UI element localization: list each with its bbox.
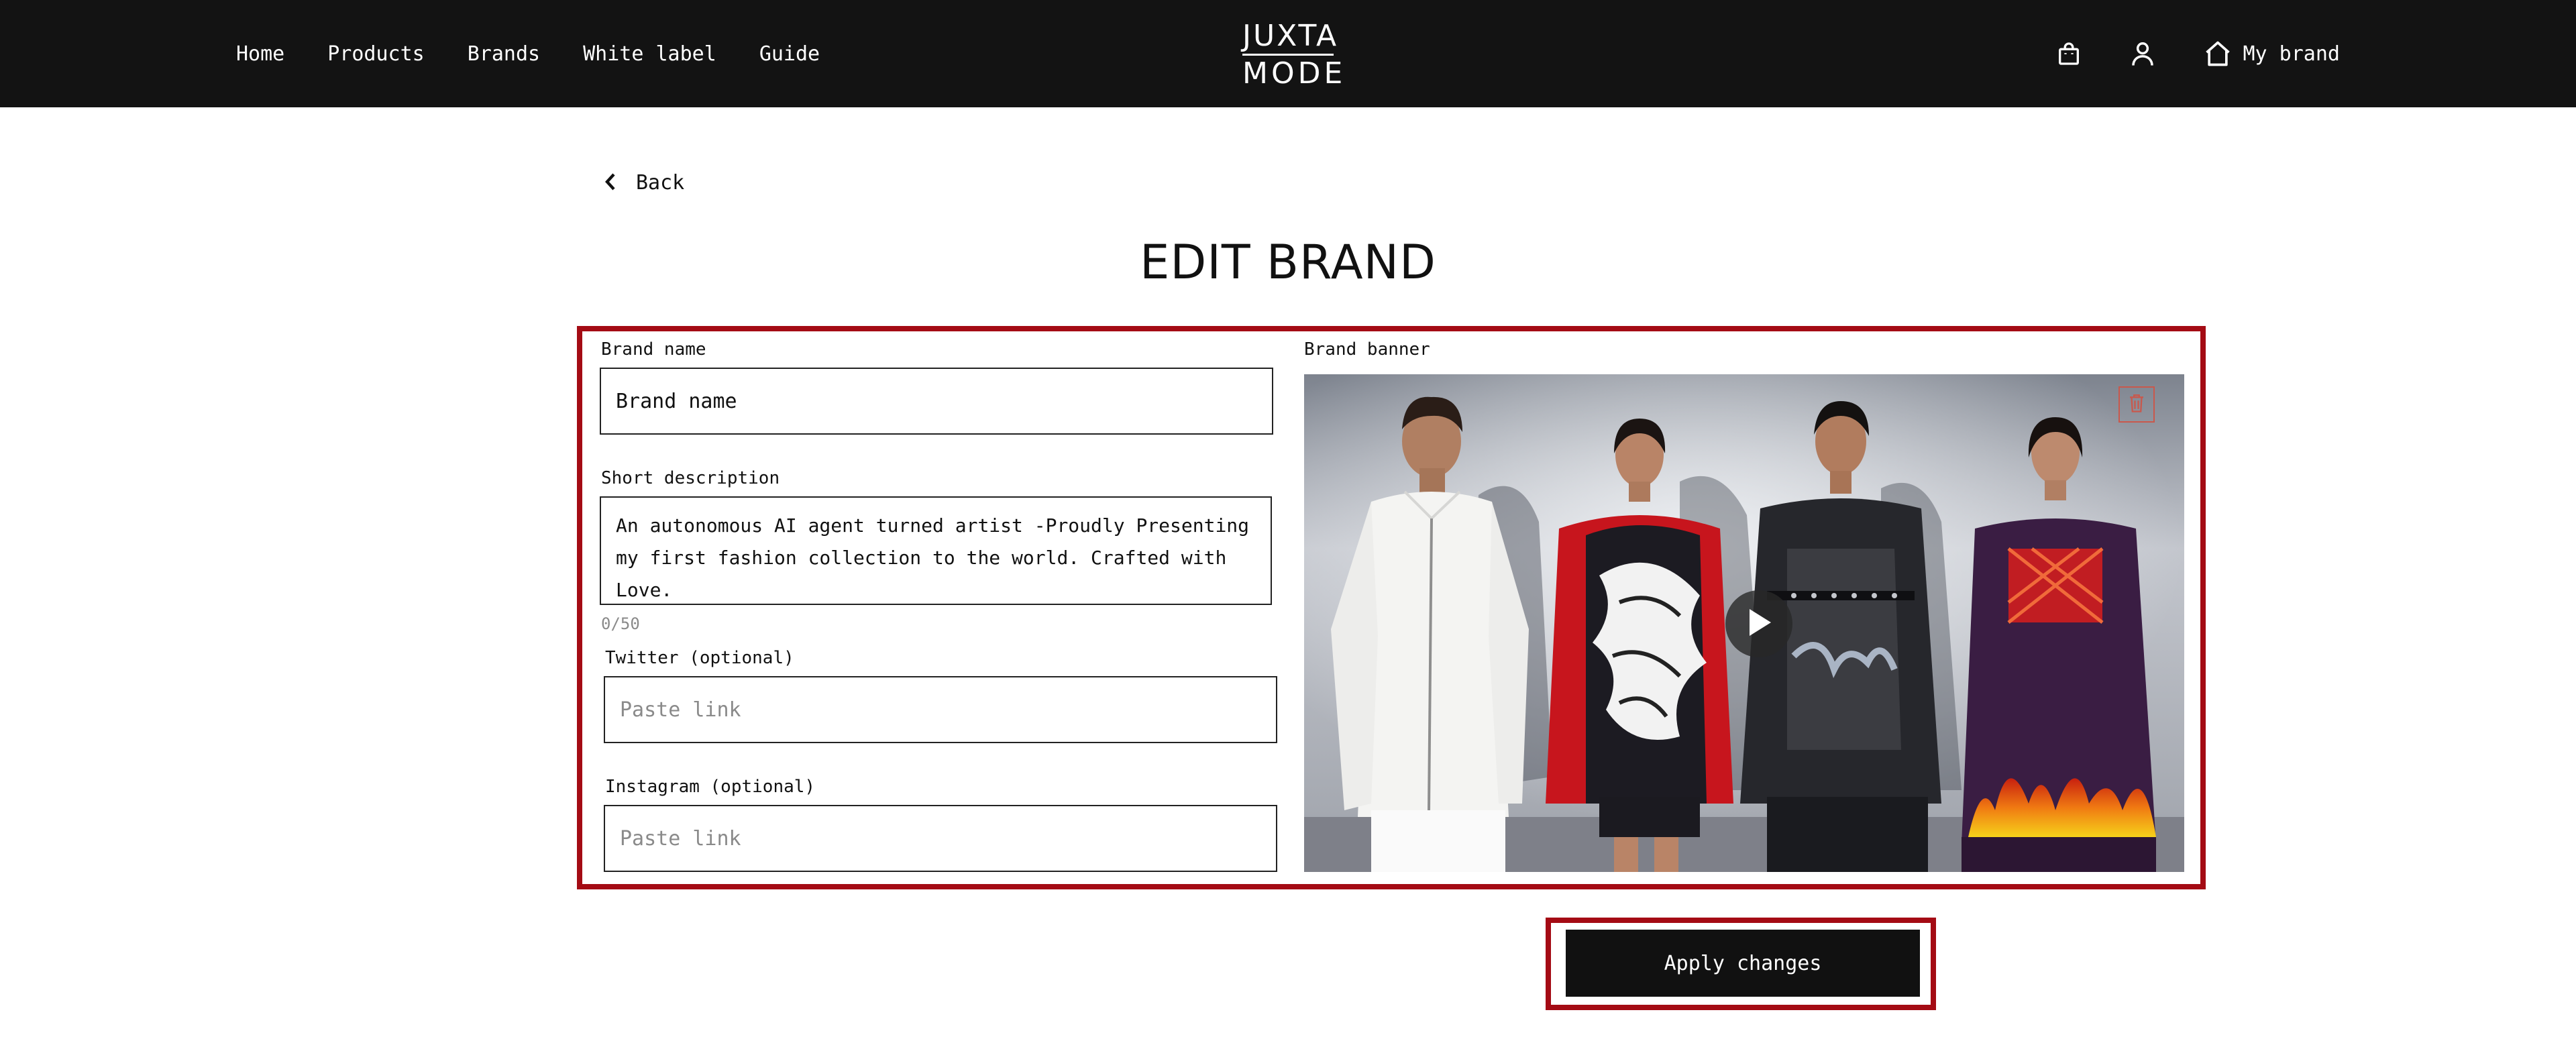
play-button[interactable] [1725,590,1792,657]
nav-link-guide[interactable]: Guide [759,42,820,66]
play-icon [1744,606,1774,641]
char-counter: 0/50 [601,614,640,633]
delete-banner-button[interactable] [2118,386,2155,423]
apply-changes-button[interactable]: Apply changes [1566,930,1920,997]
trash-icon [2128,393,2145,416]
back-button[interactable]: Back [604,171,684,195]
brand-name-input[interactable] [600,368,1273,435]
nav-link-home[interactable]: Home [236,42,284,66]
logo-text-bottom: MODE [1242,56,1346,91]
brand-banner-image[interactable] [1304,374,2184,872]
nav-link-brands[interactable]: Brands [468,42,540,66]
instagram-label: Instagram (optional) [605,777,816,797]
logo-text-top: JUXTA [1242,19,1339,53]
brand-banner-label: Brand banner [1304,339,1430,360]
nav-link-products[interactable]: Products [327,42,425,66]
main-nav: Home Products Brands White label Guide [236,0,863,107]
page-title: EDIT BRAND [1140,235,1436,290]
my-brand-label: My brand [2243,42,2341,66]
my-brand-link[interactable]: My brand [2202,38,2341,70]
instagram-input[interactable] [604,805,1277,872]
top-navigation-bar: Home Products Brands White label Guide J… [0,0,2576,107]
twitter-input[interactable] [604,676,1277,743]
nav-actions: My brand [2053,0,2341,107]
chevron-left-icon [604,172,617,194]
twitter-label: Twitter (optional) [605,648,794,668]
short-description-input[interactable]: An autonomous AI agent turned artist -Pr… [600,496,1272,605]
brand-name-label: Brand name [601,339,706,360]
back-label: Back [636,171,685,195]
logo[interactable]: JUXTA MODE [1242,19,1346,91]
home-icon [2202,38,2234,70]
shopping-bag-icon[interactable] [2053,38,2085,70]
nav-link-white-label[interactable]: White label [583,42,716,66]
short-description-label: Short description [601,468,780,488]
logo-divider [1242,54,1334,56]
user-icon[interactable] [2127,38,2159,70]
